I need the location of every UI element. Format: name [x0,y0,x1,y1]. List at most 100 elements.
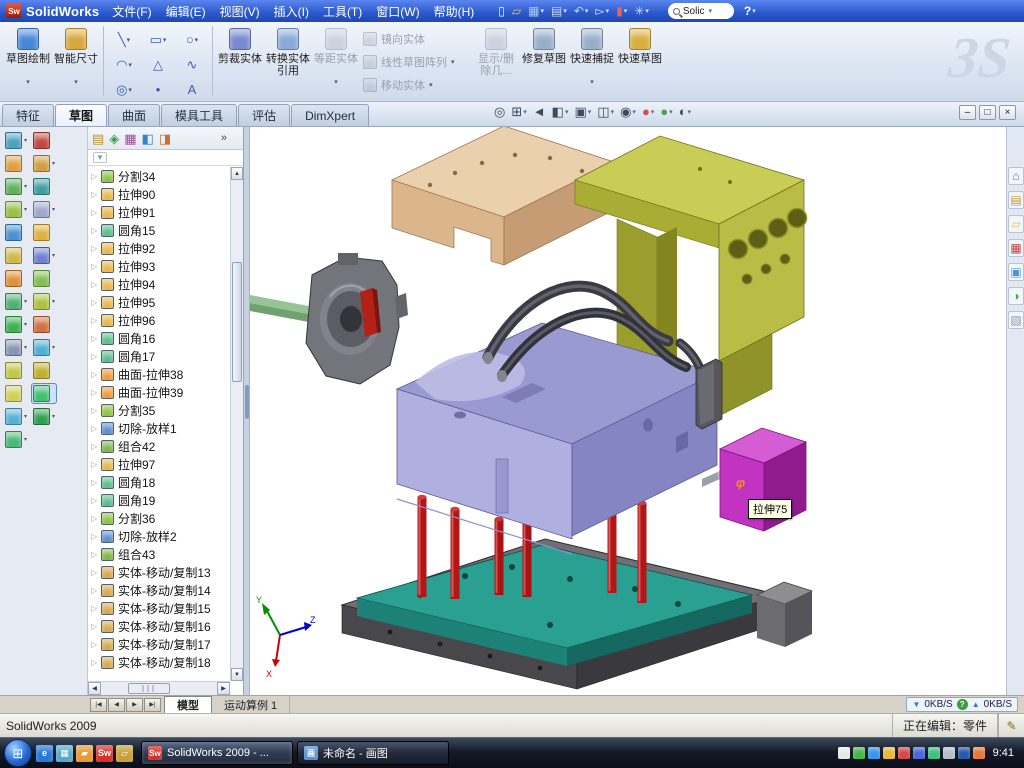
command-tab[interactable]: 曲面 [108,104,160,126]
tree-item[interactable]: ▷ 实体-移动/复制18 [88,653,230,671]
expand-arrow-icon[interactable]: ▷ [91,460,101,469]
tree-item[interactable]: ▷ 拉伸94 [88,275,230,293]
dropdown-caret-icon[interactable]: ▾ [429,81,433,89]
flyout-caret-icon[interactable]: ▾ [24,183,27,190]
flyout-caret-icon[interactable]: ▾ [24,298,27,305]
spline-icon[interactable]: ∿ ▾ [175,52,209,77]
expand-arrow-icon[interactable]: ▷ [91,550,101,559]
model-hose-fitting[interactable] [696,359,722,429]
hide-show-items-icon[interactable]: ◉ ▾ [618,104,638,119]
propertymanager-tab-icon[interactable]: ◈ [109,132,119,145]
tree-item[interactable]: ▷ 拉伸91 [88,203,230,221]
tray-icon-4[interactable] [883,747,895,759]
view-settings-icon[interactable]: ◐ ▾ [677,104,693,119]
tree-item[interactable]: ▷ 分割36 [88,509,230,527]
ribbon-button[interactable]: 修复草图 ▾ [520,25,568,97]
search-input[interactable]: Solic [683,6,705,17]
tree-item[interactable]: ▷ 圆角17 [88,347,230,365]
command-tab[interactable]: 特征 [2,104,54,126]
taskbar-task[interactable]: Sw SolidWorks 2009 - ... [141,741,293,765]
taskbar-task[interactable]: 画 未命名 - 画图 [297,741,449,765]
flyout-caret-icon[interactable]: ▾ [24,344,27,351]
tree-item[interactable]: ▷ 圆角19 [88,491,230,509]
dropdown-caret-icon[interactable]: ▾ [195,36,199,44]
tab-nav-button[interactable]: |◀ [90,698,107,712]
ribbon-button[interactable]: 草图绘制 ▾ [4,25,52,97]
swept-boss-icon[interactable]: ▾ [4,177,28,196]
tray-icon-3[interactable] [868,747,880,759]
dropdown-caret-icon[interactable]: ▾ [523,108,527,116]
dropdown-caret-icon[interactable]: ▾ [590,78,594,86]
tray-icon-1[interactable] [838,747,850,759]
expand-arrow-icon[interactable]: ▷ [91,208,101,217]
search-box[interactable]: Solic ▾ [668,3,734,19]
expand-arrow-icon[interactable]: ▷ [91,190,101,199]
dropdown-caret-icon[interactable]: ▾ [334,78,338,86]
dropdown-caret-icon[interactable]: ▾ [74,78,78,86]
scroll-down-icon[interactable]: ▼ [231,668,243,681]
ribbon-button[interactable]: 显示/删除几... ▾ [472,25,520,97]
help-badge-icon[interactable]: ? [957,699,968,710]
expand-arrow-icon[interactable]: ▷ [91,658,101,667]
previous-view-icon[interactable]: ◄ ▾ [531,104,548,119]
dropdown-caret-icon[interactable]: ▾ [127,36,131,44]
tree-item[interactable]: ▷ 实体-移动/复制17 [88,635,230,653]
undo-icon[interactable]: ↶ ▾ [571,4,592,18]
linear-pattern-icon[interactable]: ▾ [4,338,28,357]
ribbon-button[interactable]: 快速捕捉 ▾ [568,25,616,97]
menu-item[interactable]: 帮助(H) [427,1,482,22]
tray-icon-2[interactable] [853,747,865,759]
model-clamp-part[interactable] [306,253,408,384]
options-icon[interactable]: ✳ ▾ [631,4,652,18]
dropdown-caret-icon[interactable]: ▾ [540,7,544,15]
dropdown-caret-icon[interactable]: ▾ [163,36,167,44]
expand-arrow-icon[interactable]: ▷ [91,586,101,595]
displaymanager-tab-icon[interactable]: ◨ [159,132,171,145]
tree-item[interactable]: ▷ 实体-移动/复制16 [88,617,230,635]
flyout-caret-icon[interactable]: ▾ [24,206,27,213]
tray-icon-9[interactable] [958,747,970,759]
expand-arrow-icon[interactable]: ▷ [91,622,101,631]
tree-item[interactable]: ▷ 分割35 [88,401,230,419]
expand-arrow-icon[interactable]: ▷ [91,370,101,379]
toolbar-options-caret-icon[interactable]: ▾ [752,7,756,15]
draft-icon[interactable]: ▾ [4,361,28,380]
sketch-pattern-icon[interactable]: ▾ [32,292,56,311]
ellipse-icon[interactable]: ◎ ▾ [107,77,141,102]
save-icon[interactable]: ▦ ▾ [525,4,547,18]
expand-arrow-icon[interactable]: ▷ [91,244,101,253]
expand-arrow-icon[interactable]: ▷ [91,226,101,235]
dimxpertmanager-tab-icon[interactable]: ◧ [142,132,154,145]
tree-horizontal-scrollbar[interactable]: ◀ ▶ [88,681,230,695]
rectangle-icon[interactable]: ▭ ▾ [141,27,175,52]
trim-entities-icon[interactable]: ▾ [32,246,56,265]
dropdown-caret-icon[interactable]: ▾ [563,7,567,15]
search-caret-icon[interactable]: ▾ [709,7,713,15]
offset-entities-icon[interactable]: ▾ [32,223,56,242]
expand-arrow-icon[interactable]: ▷ [91,640,101,649]
flyout-caret-icon[interactable]: ▾ [24,321,27,328]
start-button[interactable]: ⊞ [4,739,32,767]
tree-item[interactable]: ▷ 圆角15 [88,221,230,239]
ribbon-button[interactable]: 转换实体引用 ▾ [264,25,312,97]
folder-shortcut-icon[interactable]: ▱ [116,745,133,762]
flyout-caret-icon[interactable]: ▾ [52,413,55,420]
tab-nav-button[interactable]: ▶| [144,698,161,712]
expand-arrow-icon[interactable]: ▷ [91,532,101,541]
sketch-text-icon[interactable]: A ▾ [175,77,209,102]
print-icon[interactable]: ▤ ▾ [548,4,570,18]
dimension-icon[interactable]: ▾ [32,154,56,173]
flyout-caret-icon[interactable]: ▾ [52,344,55,351]
expand-arrow-icon[interactable]: ▷ [91,298,101,307]
revolved-cut-icon[interactable]: ▾ [4,269,28,288]
tree-item[interactable]: ▷ 圆角18 [88,473,230,491]
tree-item[interactable]: ▷ 拉伸92 [88,239,230,257]
helix-icon[interactable]: ▾ [32,384,56,403]
appearances-icon[interactable]: ▦ [1008,239,1024,257]
expand-arrow-icon[interactable]: ▷ [91,388,101,397]
expand-arrow-icon[interactable]: ▷ [91,280,101,289]
panel-overflow-chevron[interactable]: » [221,132,227,144]
polygon-icon[interactable]: △ ▾ [141,52,175,77]
dropdown-caret-icon[interactable]: ▾ [688,108,692,116]
close-document-button[interactable]: × [999,105,1016,120]
